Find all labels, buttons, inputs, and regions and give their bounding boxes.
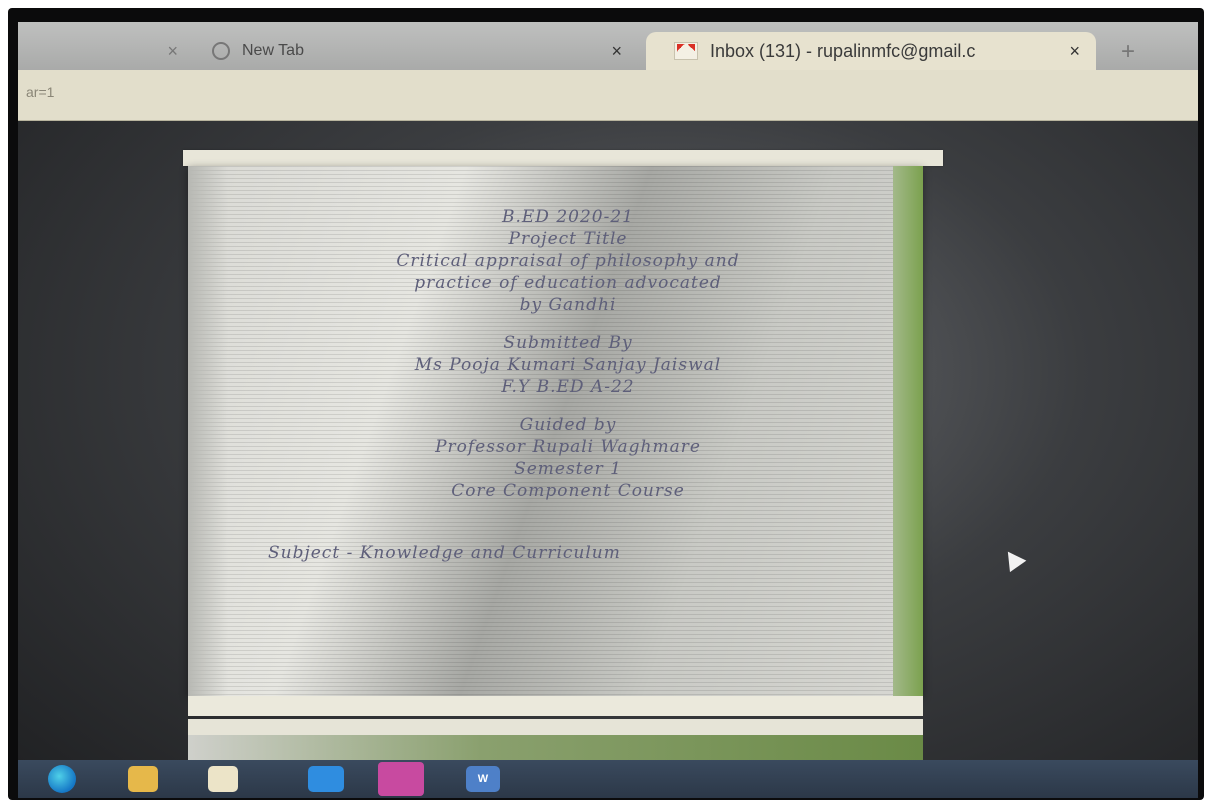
page-green-edge <box>893 166 923 696</box>
doc-line: Ms Pooja Kumari Sanjay Jaiswal <box>414 355 722 375</box>
store-icon[interactable] <box>208 766 238 792</box>
close-icon[interactable]: × <box>611 41 622 62</box>
url-text: ar=1 <box>26 84 55 100</box>
doc-subject: Subject - Knowledge and Curriculum <box>268 543 621 563</box>
doc-line: by Gandhi <box>519 295 617 315</box>
globe-icon <box>212 42 230 60</box>
edge-browser-icon[interactable] <box>48 765 76 793</box>
address-bar[interactable]: ar=1 <box>18 70 1198 121</box>
doc-line: B.ED 2020-21 <box>502 207 634 227</box>
mail-icon[interactable] <box>308 766 344 792</box>
close-icon[interactable]: × <box>167 41 178 62</box>
doc-line: F.Y B.ED A-22 <box>501 377 635 397</box>
page-shadow <box>188 166 228 696</box>
tab-gmail-inbox[interactable]: Inbox (131) - rupalinmfc@gmail.c × <box>646 32 1096 70</box>
photo-frame: × New Tab × Inbox (131) - rupalinmfc@gma… <box>8 8 1204 800</box>
tab-previous[interactable]: × <box>18 32 188 70</box>
taskbar: W <box>18 760 1198 798</box>
doc-line: Semester 1 <box>514 459 622 479</box>
mouse-pointer-icon <box>999 545 1027 573</box>
onenote-icon[interactable] <box>378 762 424 796</box>
close-icon[interactable]: × <box>1069 41 1080 62</box>
handwritten-text: B.ED 2020-21 Project Title Critical appr… <box>268 206 848 564</box>
gmail-icon <box>674 42 698 60</box>
doc-line: Critical appraisal of philosophy and <box>396 251 740 271</box>
new-tab-button[interactable]: + <box>1110 36 1146 68</box>
tab-title: Inbox (131) - rupalinmfc@gmail.c <box>710 40 976 61</box>
doc-line: Project Title <box>508 229 628 249</box>
doc-line: practice of education advocated <box>414 273 722 293</box>
doc-line: Guided by <box>519 415 617 435</box>
monitor-screen: × New Tab × Inbox (131) - rupalinmfc@gma… <box>18 22 1198 798</box>
file-explorer-icon[interactable] <box>128 766 158 792</box>
doc-line: Submitted By <box>503 333 633 353</box>
page-separator <box>188 696 923 716</box>
doc-line: Professor Rupali Waghmare <box>435 437 701 457</box>
document-page: B.ED 2020-21 Project Title Critical appr… <box>188 166 923 696</box>
tab-title: New Tab <box>242 42 304 59</box>
doc-line: Core Component Course <box>451 481 685 501</box>
word-icon[interactable]: W <box>466 766 500 792</box>
browser-tab-strip: × New Tab × Inbox (131) - rupalinmfc@gma… <box>18 22 1198 70</box>
viewer-page-edge <box>183 150 943 166</box>
tab-new-tab[interactable]: New Tab × <box>198 32 638 70</box>
